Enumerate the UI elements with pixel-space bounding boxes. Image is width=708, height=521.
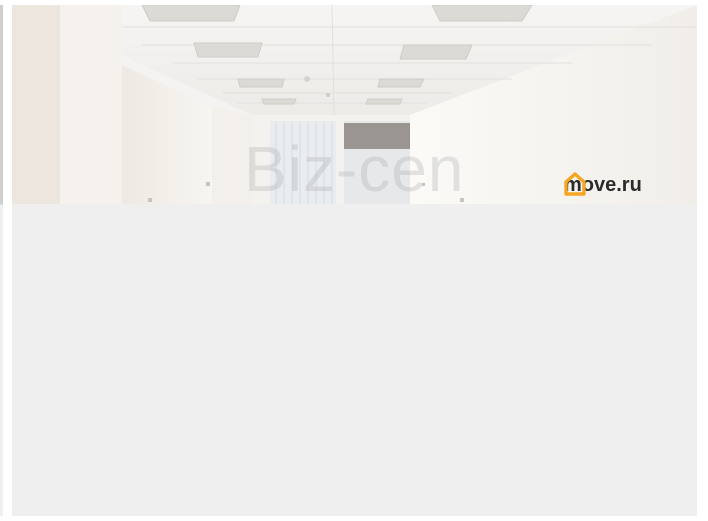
image-placeholder [12,204,697,516]
previous-card-edge[interactable] [0,5,3,516]
listing-photo[interactable]: Biz-cen move.ru [12,5,697,204]
listing-card[interactable]: Biz-cen move.ru [12,5,697,516]
move-ru-logo[interactable]: move.ru [564,172,642,198]
house-icon [564,172,586,196]
watermark-text: Biz-cen [244,133,465,204]
